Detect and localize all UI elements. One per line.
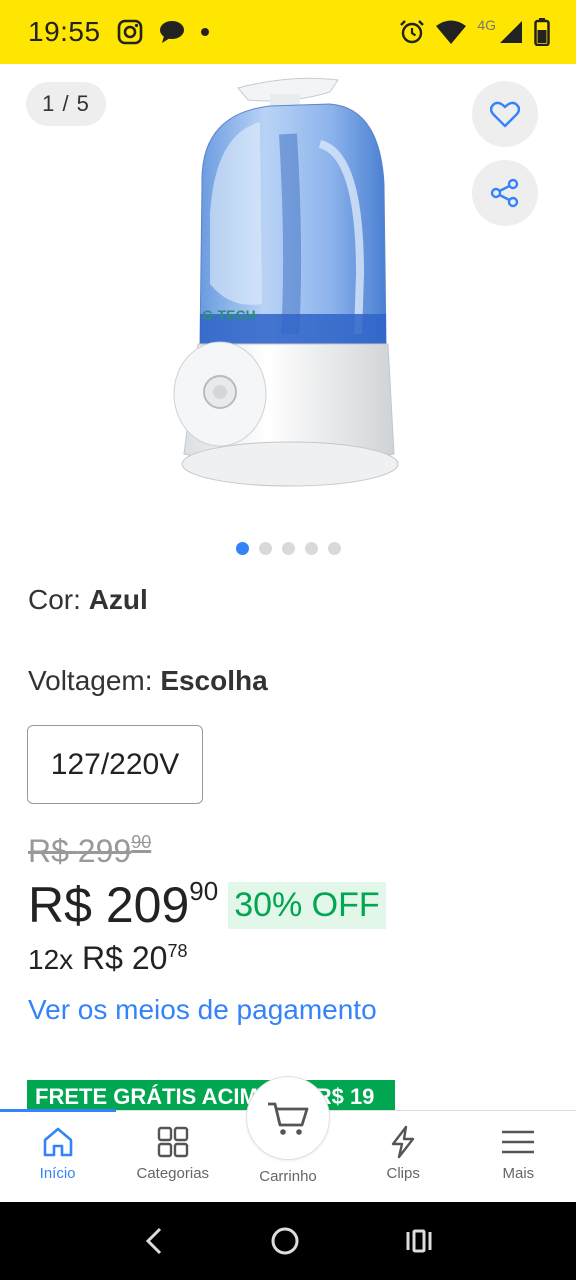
- price-int: 209: [105, 877, 190, 933]
- share-button[interactable]: [472, 160, 538, 226]
- carousel-dots[interactable]: [0, 542, 576, 555]
- old-price-cents: 90: [131, 832, 152, 852]
- svg-text:G·TECH: G·TECH: [202, 307, 256, 323]
- hamburger-menu-icon: [502, 1130, 535, 1154]
- network-type-label: 4G: [477, 17, 496, 33]
- favorite-button[interactable]: [472, 81, 538, 147]
- active-tab-indicator: [0, 1109, 116, 1112]
- price-currency: R$: [28, 877, 92, 933]
- current-price: R$ 20990: [28, 876, 218, 934]
- discount-badge: 30% OFF: [228, 881, 386, 929]
- share-icon: [490, 178, 519, 208]
- free-shipping-banner: FRETE GRÁTIS ACIMA DE R$ 19: [27, 1080, 395, 1110]
- installments-count: 12x: [28, 944, 74, 975]
- nav-more[interactable]: Mais: [461, 1111, 576, 1202]
- carousel-dot[interactable]: [281, 542, 295, 555]
- home-icon: [43, 1127, 72, 1157]
- alarm-icon: [400, 20, 425, 44]
- system-navigation-bar: [0, 1202, 576, 1280]
- status-time: 19:55: [28, 16, 101, 47]
- nav-more-label: Mais: [502, 1165, 535, 1182]
- instagram-icon: [117, 19, 142, 45]
- voltage-variation: Voltagem: Escolha: [28, 665, 268, 697]
- old-price-currency: R$: [28, 833, 69, 869]
- status-bar: 19:55 4G: [0, 0, 576, 64]
- battery-icon: [534, 18, 550, 46]
- voltage-label: Voltagem:: [28, 665, 153, 696]
- carousel-dot[interactable]: [304, 542, 318, 555]
- voltage-option-button[interactable]: 127/220V: [27, 725, 203, 804]
- chat-bubble-icon: [159, 21, 184, 43]
- product-image-humidifier[interactable]: G·TECH: [170, 74, 410, 504]
- old-price-int: 299: [77, 833, 132, 869]
- installment-currency: R$: [82, 940, 123, 976]
- price-cents: 90: [189, 876, 219, 906]
- color-value: Azul: [88, 584, 148, 615]
- cart-button[interactable]: [246, 1076, 330, 1160]
- lightning-icon: [391, 1125, 415, 1159]
- nav-cart-label: Carrinho: [259, 1168, 317, 1185]
- original-price: R$ 29990: [28, 832, 151, 870]
- nav-home[interactable]: Início: [0, 1111, 115, 1202]
- color-label: Cor:: [28, 584, 81, 615]
- nav-categories[interactable]: Categorias: [115, 1111, 230, 1202]
- nav-home-label: Início: [39, 1165, 76, 1182]
- back-icon[interactable]: [142, 1226, 166, 1256]
- installment-int: 20: [131, 940, 168, 976]
- cart-icon: [268, 1102, 309, 1135]
- signal-icon: [500, 21, 522, 43]
- wifi-icon: [436, 20, 467, 44]
- heart-icon: [490, 101, 520, 128]
- recent-apps-icon[interactable]: [404, 1226, 434, 1256]
- installment-cents: 78: [167, 941, 188, 961]
- nav-clips[interactable]: Clips: [346, 1111, 461, 1202]
- nav-clips-label: Clips: [386, 1165, 420, 1182]
- nav-categories-label: Categorias: [136, 1165, 210, 1182]
- home-circle-icon[interactable]: [270, 1226, 300, 1256]
- carousel-dot[interactable]: [235, 542, 249, 555]
- image-counter: 1 / 5: [26, 82, 106, 126]
- voltage-value: Escolha: [160, 665, 268, 696]
- payment-methods-link[interactable]: Ver os meios de pagamento: [28, 994, 377, 1026]
- installments: 12x R$ 2078: [28, 940, 187, 977]
- product-gallery[interactable]: 1 / 5 G·TECH: [0, 64, 576, 564]
- categories-grid-icon: [157, 1126, 188, 1158]
- carousel-dot[interactable]: [327, 542, 341, 555]
- color-variation: Cor: Azul: [28, 584, 148, 616]
- carousel-dot[interactable]: [258, 542, 272, 555]
- current-price-row: R$ 20990 30% OFF: [28, 876, 386, 934]
- notification-dot-icon: [200, 28, 209, 36]
